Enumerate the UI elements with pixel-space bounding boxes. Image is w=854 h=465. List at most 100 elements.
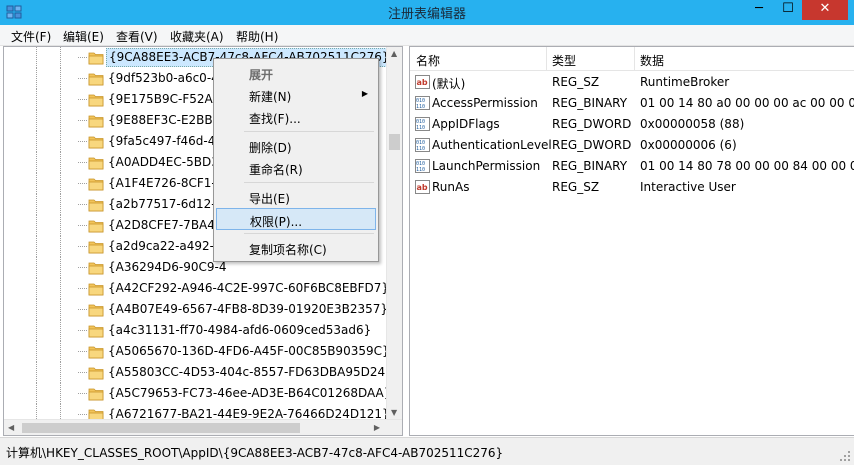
menu-favorites[interactable]: 收藏夹(A) bbox=[170, 28, 224, 45]
scroll-up-icon[interactable]: ▲ bbox=[391, 49, 397, 58]
values-pane[interactable]: 名称 类型 数据 ab (默认) REG_SZ RuntimeBroker 010 110… bbox=[409, 46, 854, 436]
folder-icon bbox=[88, 388, 104, 401]
tree-guide-line bbox=[78, 351, 87, 352]
value-row[interactable]: 010 110 AccessPermission REG_BINARY 01 00 14… bbox=[410, 93, 854, 114]
value-data: RuntimeBroker bbox=[640, 75, 730, 89]
tree-item[interactable]: {A55803CC-4D53-404c-8557-FD63DBA95D24} bbox=[4, 362, 393, 383]
tree-guide-line bbox=[78, 435, 87, 436]
value-name: (默认) bbox=[432, 77, 466, 91]
menu-view[interactable]: 查看(V) bbox=[116, 28, 158, 45]
svg-text:110: 110 bbox=[416, 104, 425, 110]
tree-guide-line bbox=[60, 383, 61, 404]
column-divider[interactable] bbox=[546, 47, 547, 71]
tree-horizontal-scrollbar[interactable]: ◀ ▶ bbox=[4, 419, 402, 435]
tree-guide-line bbox=[60, 278, 61, 299]
tree-guide-line bbox=[36, 89, 37, 110]
tree-item[interactable]: {A4B07E49-6567-4FB8-8D39-01920E3B2357} bbox=[4, 299, 388, 320]
value-row[interactable]: 010 110 AppIDFlags REG_DWORD 0x00000058 (88) bbox=[410, 114, 854, 135]
ctx-rename-menu-item[interactable]: 重命名(R) bbox=[216, 157, 376, 179]
menu-item-label: 展开 bbox=[249, 68, 274, 82]
value-name: RunAs bbox=[432, 180, 470, 194]
value-type: REG_DWORD bbox=[552, 117, 632, 131]
value-row[interactable]: ab RunAs REG_SZ Interactive User bbox=[410, 177, 854, 198]
value-data: 01 00 14 80 78 00 00 00 84 00 00 00 bbox=[640, 159, 854, 173]
tree-vertical-scroll-thumb[interactable] bbox=[389, 134, 400, 150]
tree-guide-line bbox=[78, 162, 87, 163]
tree-item[interactable]: {A5065670-136D-4FD6-A45F-00C85B90359C} bbox=[4, 341, 390, 362]
tree-guide-line bbox=[60, 299, 61, 320]
tree-item[interactable]: {a4c31131-ff70-4984-afd6-0609ced53ad6} bbox=[4, 320, 388, 341]
menu-bar: 文件(F) 编辑(E) 查看(V) 收藏夹(A) 帮助(H) bbox=[0, 25, 854, 46]
value-row[interactable]: 010 110 AuthenticationLevel REG_DWORD 0x0000… bbox=[410, 135, 854, 156]
tree-guide-line bbox=[78, 246, 87, 247]
ctx-permissions-menu-item[interactable]: 权限(P)... bbox=[216, 208, 376, 230]
tree-item-label: {A0ADD4EC-5BD3- bbox=[108, 155, 224, 169]
tree-guide-line bbox=[60, 194, 61, 215]
submenu-arrow-icon: ▶ bbox=[361, 89, 368, 98]
close-button[interactable]: ✕ bbox=[802, 0, 848, 20]
column-divider[interactable] bbox=[634, 47, 635, 71]
ctx-copy-key-name-menu-item[interactable]: 复制项名称(C) bbox=[216, 237, 376, 259]
folder-icon bbox=[88, 136, 104, 149]
value-type: REG_BINARY bbox=[552, 96, 628, 110]
tree-guide-line bbox=[78, 267, 87, 268]
tree-guide-line bbox=[78, 414, 87, 415]
menu-item-label: 复制项名称(C) bbox=[249, 243, 327, 257]
svg-text:ab: ab bbox=[417, 183, 428, 192]
value-name: AuthenticationLevel bbox=[432, 138, 552, 152]
binary-value-icon: 010110 bbox=[415, 138, 430, 152]
value-row[interactable]: 010 110 LaunchPermission REG_BINARY 01 00 14… bbox=[410, 156, 854, 177]
tree-item[interactable]: {A42CF292-A946-4C2E-997C-60F6BC8EBFD7} bbox=[4, 278, 390, 299]
tree-guide-line bbox=[78, 309, 87, 310]
tree-guide-line bbox=[78, 141, 87, 142]
tree-guide-line bbox=[36, 215, 37, 236]
tree-item-label: {A5C79653-FC73-46ee-AD3E-B64C01268DAA} bbox=[108, 386, 392, 400]
column-header-name[interactable]: 名称 bbox=[416, 52, 440, 69]
tree-guide-line bbox=[36, 383, 37, 404]
tree-item-label: {A4B07E49-6567-4FB8-8D39-01920E3B2357} bbox=[108, 302, 389, 316]
value-name: AppIDFlags bbox=[432, 117, 500, 131]
value-data: 01 00 14 80 a0 00 00 00 ac 00 00 00 bbox=[640, 96, 854, 110]
svg-text:110: 110 bbox=[416, 167, 425, 173]
scroll-left-icon[interactable]: ◀ bbox=[8, 423, 14, 432]
folder-icon bbox=[88, 220, 104, 233]
menu-file[interactable]: 文件(F) bbox=[11, 28, 51, 45]
window-title: 注册表编辑器 bbox=[387, 7, 466, 22]
string-value-icon: ab bbox=[415, 180, 430, 194]
folder-icon bbox=[88, 94, 104, 107]
svg-text:110: 110 bbox=[416, 125, 425, 131]
tree-guide-line bbox=[36, 110, 37, 131]
tree-guide-line bbox=[78, 183, 87, 184]
ctx-new-menu-item[interactable]: 新建(N) ▶ bbox=[216, 84, 376, 106]
scroll-right-icon[interactable]: ▶ bbox=[374, 423, 380, 432]
tree-item-label: {a2b77517-6d12-4 bbox=[108, 197, 224, 211]
ctx-export-menu-item[interactable]: 导出(E) bbox=[216, 186, 376, 208]
ctx-delete-menu-item[interactable]: 删除(D) bbox=[216, 135, 376, 157]
resize-grip-icon[interactable] bbox=[839, 450, 851, 462]
title-bar[interactable]: 注册表编辑器 ─ ☐ ✕ bbox=[0, 0, 854, 25]
tree-vertical-scrollbar[interactable]: ▲ ▼ bbox=[386, 47, 402, 419]
scroll-down-icon[interactable]: ▼ bbox=[391, 408, 397, 417]
maximize-button[interactable]: ☐ bbox=[774, 0, 802, 20]
tree-item[interactable]: {A5C79653-FC73-46ee-AD3E-B64C01268DAA} bbox=[4, 383, 392, 404]
folder-icon bbox=[88, 52, 104, 65]
column-header-type[interactable]: 类型 bbox=[552, 52, 576, 69]
tree-horizontal-scroll-thumb[interactable] bbox=[22, 423, 300, 433]
menu-help[interactable]: 帮助(H) bbox=[236, 28, 278, 45]
tree-guide-line bbox=[78, 330, 87, 331]
minimize-button[interactable]: ─ bbox=[744, 0, 774, 20]
menu-edit[interactable]: 编辑(E) bbox=[63, 28, 104, 45]
tree-item-label: {A1F4E726-8CF1-1 bbox=[108, 176, 224, 190]
binary-value-icon: 010110 bbox=[415, 159, 430, 173]
value-row[interactable]: ab (默认) REG_SZ RuntimeBroker bbox=[410, 72, 854, 93]
tree-guide-line bbox=[60, 152, 61, 173]
tree-item-label: {A42CF292-A946-4C2E-997C-60F6BC8EBFD7} bbox=[108, 281, 390, 295]
svg-text:110: 110 bbox=[416, 146, 425, 152]
values-header: 名称 类型 数据 bbox=[410, 47, 854, 71]
tree-guide-line bbox=[78, 120, 87, 121]
value-data: 0x00000006 (6) bbox=[640, 138, 737, 152]
column-header-data[interactable]: 数据 bbox=[640, 52, 664, 69]
ctx-find-menu-item[interactable]: 查找(F)... bbox=[216, 106, 376, 128]
menu-separator bbox=[244, 131, 374, 132]
tree-guide-line bbox=[60, 362, 61, 383]
